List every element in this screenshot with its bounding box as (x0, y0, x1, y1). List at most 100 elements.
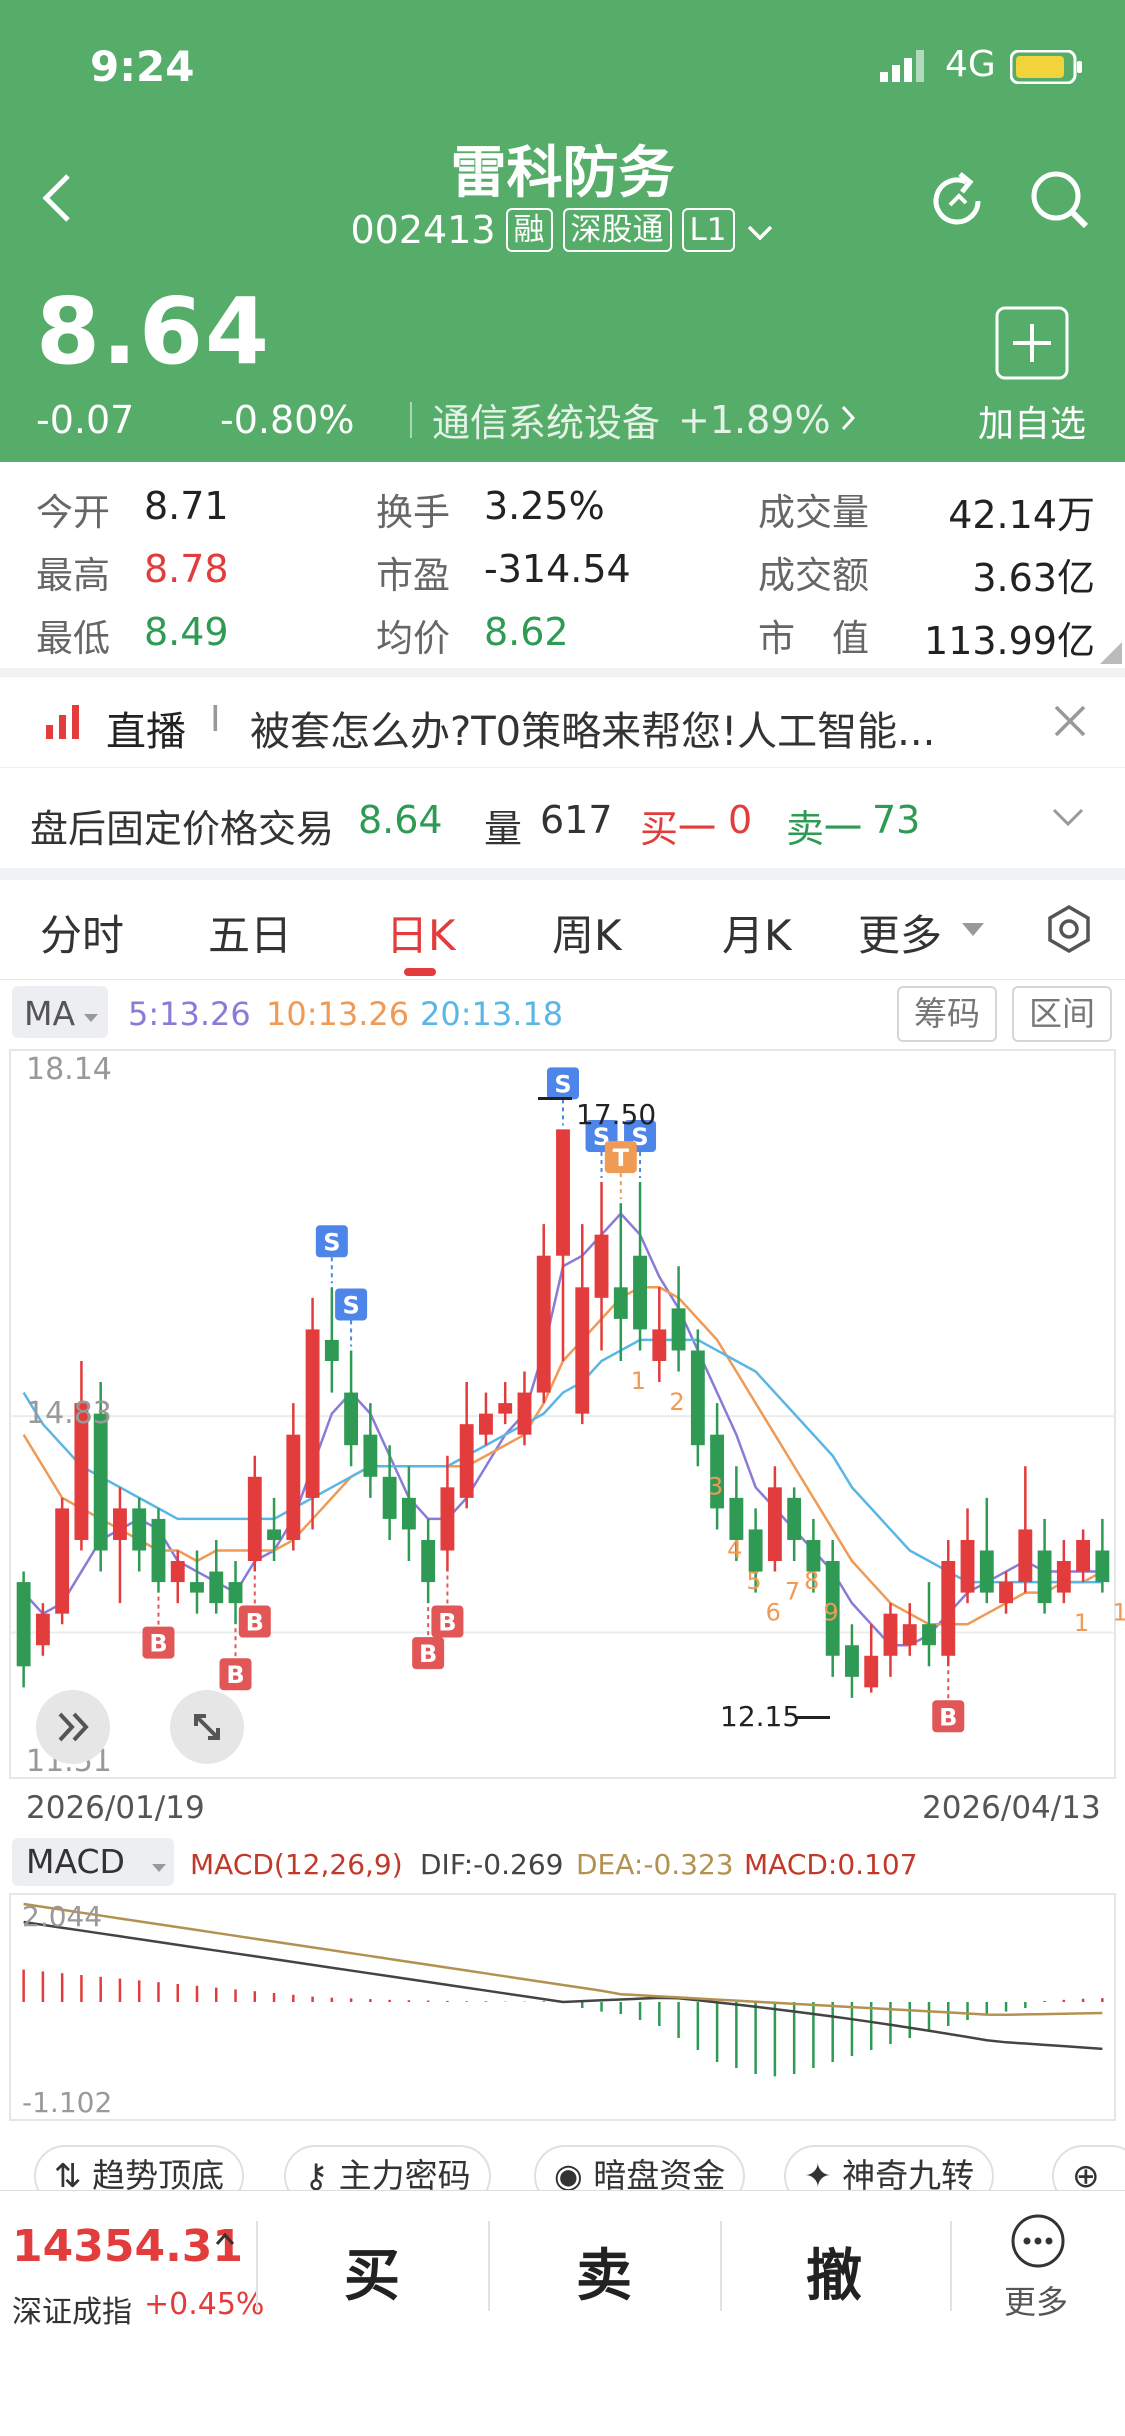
chips-button[interactable]: 筹码 (897, 986, 997, 1042)
fullscreen-button[interactable] (170, 1690, 244, 1764)
candle-body (247, 1476, 262, 1562)
low-label: 最低 (36, 617, 110, 660)
high-value: 8.78 (144, 547, 229, 591)
tab-weekly-k[interactable]: 周K (552, 902, 622, 963)
expand-corner-icon[interactable] (1100, 642, 1122, 668)
caret-down-icon (84, 1008, 98, 1027)
nine-turn-label: 7 (785, 1578, 800, 1606)
tab-intraday[interactable]: 分时 (40, 902, 124, 963)
live-text: 被套怎么办?T0策略来帮您!人工智能... (250, 709, 936, 755)
high-marker-line (538, 1097, 572, 1100)
tag-margin: 融 (505, 208, 553, 252)
status-bar: 9:24 4G (0, 0, 1125, 130)
close-icon[interactable] (1052, 703, 1088, 743)
chevron-right-icon (839, 398, 857, 442)
candle-body (1056, 1561, 1071, 1593)
index-value[interactable]: 14354.31 (12, 2221, 243, 2272)
divider (720, 2221, 722, 2311)
candle-body (363, 1434, 378, 1477)
divider (410, 401, 412, 438)
low-marker-line (796, 1716, 830, 1719)
more-icon[interactable] (1010, 2213, 1066, 2273)
battery-icon (1009, 49, 1084, 88)
signal-label: S (323, 1228, 340, 1256)
macd-y-max: 2.044 (22, 1900, 103, 1933)
sell-button[interactable]: 卖 (576, 2231, 632, 2312)
nine-turn-label: 5 (746, 1567, 761, 1595)
low-value: 8.49 (144, 610, 229, 654)
candle-body (16, 1582, 31, 1667)
chevron-down-icon (745, 208, 775, 252)
nine-turn-label: 4 (727, 1535, 742, 1563)
high-marker-label: 17.50 (576, 1098, 657, 1131)
change-row: -0.07 -0.80% 通信系统设备 +1.89% (36, 392, 857, 447)
fast-forward-button[interactable] (36, 1690, 110, 1764)
after-hours-price: 8.64 (358, 798, 443, 842)
more-label[interactable]: 更多 (1004, 2277, 1068, 2323)
tab-monthly-k[interactable]: 月K (722, 902, 792, 963)
avg-value: 8.62 (484, 610, 569, 654)
fast-forward-icon (58, 1712, 89, 1742)
signal-label: S (342, 1291, 359, 1319)
buy-button[interactable]: 买 (344, 2231, 400, 2312)
macd-chart[interactable] (0, 1892, 1125, 2122)
search-icon[interactable] (1028, 168, 1092, 236)
mktcap-label: 市 值 (758, 617, 869, 660)
buy-one-value: 0 (728, 798, 753, 842)
macd-value: MACD:0.107 (744, 1848, 918, 1881)
low-marker-label: 12.15 (720, 1700, 801, 1733)
ma20-value: 20:13.18 (420, 995, 564, 1033)
candle-body (1095, 1550, 1110, 1583)
amount-value: 3.63亿 (972, 556, 1095, 600)
candle-body (151, 1518, 166, 1583)
divider (950, 2221, 952, 2311)
candle-body (536, 1255, 551, 1393)
nine-turn-label: 1 (1074, 1609, 1089, 1637)
cancel-button[interactable]: 撤 (806, 2231, 862, 2312)
live-banner[interactable]: 直播 I 被套怎么办?T0策略来帮您!人工智能... (0, 676, 1125, 768)
after-hours-label: 盘后固定价格交易 (30, 807, 335, 851)
candle-body (401, 1497, 416, 1530)
candle-body (979, 1550, 994, 1593)
ma-selector-label: MA (24, 994, 76, 1033)
high-label: 最高 (36, 554, 110, 597)
signal-icon (880, 48, 930, 88)
candle-body (55, 1508, 70, 1614)
sector-change[interactable]: +1.89% (678, 398, 831, 442)
refresh-icon[interactable] (926, 170, 988, 236)
tab-daily-k[interactable]: 日K (386, 902, 456, 963)
add-watch-button[interactable] (995, 306, 1069, 384)
candle-body (305, 1329, 320, 1498)
tab-more[interactable]: 更多 (858, 902, 942, 963)
nine-turn-label: 3 (708, 1472, 723, 1500)
tab-five-day[interactable]: 五日 (208, 902, 292, 963)
add-watch-label[interactable]: 加自选 (978, 395, 1086, 447)
macd-y-min: -1.102 (22, 2086, 113, 2119)
settings-icon[interactable] (1044, 904, 1094, 958)
macd-lines (23, 1902, 1103, 2051)
turnover-value: 3.25% (484, 484, 605, 528)
chevron-down-icon[interactable] (1050, 806, 1086, 834)
candle-body (864, 1655, 879, 1688)
signal-label: B (149, 1630, 167, 1658)
ma20-line (22, 1338, 1103, 1584)
range-button[interactable]: 区间 (1012, 986, 1112, 1042)
candle-body (498, 1403, 513, 1414)
candle-body (594, 1234, 609, 1298)
signal-label: B (939, 1703, 957, 1731)
candle-body (652, 1329, 667, 1361)
signal-label: B (246, 1609, 264, 1637)
candle-body (113, 1508, 127, 1540)
macd-selector-label: MACD (26, 1842, 125, 1881)
signal-label: T (613, 1144, 630, 1172)
candle-body (922, 1624, 936, 1646)
signal-label: B (438, 1609, 456, 1637)
kline-chart[interactable]: BBBBBBSSSS ST1234567 89 1 1 (0, 1048, 1125, 1788)
fullscreen-icon (194, 1714, 220, 1740)
candle-body (690, 1350, 705, 1446)
candle-body (228, 1582, 243, 1604)
sector-name[interactable]: 通信系统设备 (432, 392, 660, 447)
y-axis-max-label: 18.14 (26, 1052, 112, 1087)
after-hours-row[interactable]: 盘后固定价格交易 8.64 量 617 买一 0 卖一 73 (0, 776, 1125, 868)
divider (0, 668, 1125, 676)
